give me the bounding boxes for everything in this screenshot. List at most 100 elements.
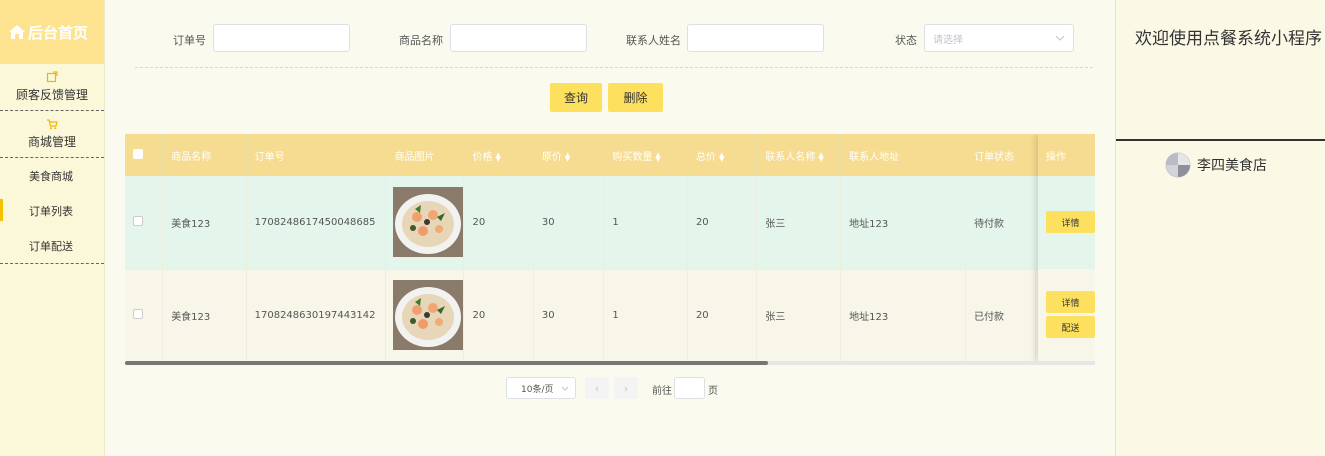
cell-price: 20 [463,176,534,270]
sort-icon[interactable]: ▲ ▼ [495,151,500,162]
goto-page-input[interactable] [674,377,705,399]
logo[interactable]: 后台首页 [0,0,104,64]
detail-button[interactable]: 详情 [1046,291,1095,313]
table-row: 美食123 1708248617450048685 20 30 1 20 张三 … [125,176,1095,270]
col-price-label: 价格 [472,151,493,163]
col-quantity-label: 购买数量 [612,151,653,163]
filter-divider [135,67,1093,68]
col-contact-address: 联系人地址 [840,134,967,176]
cell-quantity: 1 [603,176,688,270]
cell-product: 美食123 [162,176,247,270]
row-select-cell[interactable] [125,269,164,361]
prev-page-button[interactable]: ‹ [585,377,609,399]
col-contact-name[interactable]: 联系人名称 ▲ ▼ [756,134,842,176]
goto-label: 前往 [652,386,672,397]
cell-status: 待付款 [965,176,1036,270]
right-panel: 欢迎使用点餐系统小程序 李四美食店 [1115,0,1325,456]
sidebar-item-food-mall[interactable]: 美食商城 [0,158,104,193]
delete-button[interactable]: 删除 [608,83,663,112]
cell-address: 地址123 [840,176,967,270]
sidebar-item-order-list[interactable]: 订单列表 [0,193,104,228]
actions-cell: 详情 [1038,176,1095,269]
logo-text: 后台首页 [28,23,89,42]
sidebar-item-order-delivery[interactable]: 订单配送 [0,228,104,263]
col-product-image: 商品图片 [385,134,465,176]
menu-feedback-label: 顾客反馈管理 [15,88,88,102]
col-total[interactable]: 总价 ▲ ▼ [687,134,758,176]
cell-product: 美食123 [162,269,247,361]
col-original-price-label: 原价 [541,151,562,163]
welcome-text: 欢迎使用点餐系统小程序 [1135,29,1322,49]
col-order-status: 订单状态 [965,134,1036,176]
cell-total: 20 [687,176,758,270]
cell-price: 20 [463,269,534,361]
actions-column: 操作 详情 详情 配送 [1038,134,1095,361]
search-button[interactable]: 查询 [550,83,602,112]
chevron-down-icon [1055,35,1065,41]
contact-name-label: 联系人姓名 [626,34,681,47]
cell-contact: 张三 [756,269,842,361]
detail-button[interactable]: 详情 [1046,211,1095,233]
col-quantity[interactable]: 购买数量 ▲ ▼ [603,134,688,176]
table-row: 美食123 1708248630197443142 20 30 1 20 张三 … [125,269,1095,361]
chevron-left-icon: ‹ [594,381,600,395]
select-all-cell[interactable] [125,134,164,176]
status-select[interactable]: 请选择 [924,24,1074,52]
orders-table: 商品名称 订单号 商品图片 价格 ▲ ▼ 原价 ▲ ▼ 购买数量 ▲ ▼ 总价 ▲ ▼ 联系人名… [125,134,1095,361]
col-price[interactable]: 价格 ▲ ▼ [463,134,534,176]
col-original-price[interactable]: 原价 ▲ ▼ [533,134,605,176]
sort-icon[interactable]: ▲ ▼ [818,151,823,162]
contact-name-input[interactable] [687,24,824,52]
next-page-button[interactable]: › [614,377,638,399]
order-no-label: 订单号 [173,34,206,47]
cell-order-no: 1708248630197443142 [246,269,387,361]
main-content: 订单号 商品名称 联系人姓名 状态 请选择 查询 删除 商品名称 订单号 商品图… [105,0,1115,456]
cell-address: 地址123 [840,269,967,361]
sidebar: 后台首页 顾客反馈管理 商城管理 美食商城 订单列表 订单配送 [0,0,105,456]
food-image [393,187,464,258]
status-label: 状态 [895,34,917,47]
chevron-right-icon: › [623,381,629,395]
select-all-checkbox[interactable] [133,148,143,159]
actions-cell: 详情 配送 [1038,269,1095,361]
sort-icon[interactable]: ▲ ▼ [719,151,724,162]
row-checkbox[interactable] [133,215,143,226]
horizontal-scrollbar[interactable] [125,361,768,365]
user-info[interactable]: 李四美食店 [1165,152,1267,178]
menu-mall-label: 商城管理 [27,135,76,149]
col-order-no: 订单号 [246,134,387,176]
cell-original-price: 30 [533,269,605,361]
status-placeholder: 请选择 [933,34,963,46]
product-name-label: 商品名称 [399,34,443,47]
page-suffix: 页 [708,386,718,397]
menu-mall[interactable]: 商城管理 [0,111,104,158]
row-checkbox[interactable] [133,308,143,319]
cart-icon [47,119,58,130]
col-actions: 操作 [1038,134,1095,176]
menu-feedback[interactable]: 顾客反馈管理 [0,64,104,111]
cell-original-price: 30 [533,176,605,270]
cell-contact: 张三 [756,176,842,270]
note-icon [46,71,58,83]
page-size-value: 10条/页 [521,384,554,395]
cell-total: 20 [687,269,758,361]
filter-bar: 订单号 商品名称 联系人姓名 状态 请选择 [105,0,1115,68]
col-product-name: 商品名称 [162,134,247,176]
avatar [1165,152,1191,178]
product-name-input[interactable] [450,24,587,52]
sort-icon[interactable]: ▲ ▼ [655,151,660,162]
order-no-input[interactable] [213,24,350,52]
cell-status: 已付款 [965,269,1036,361]
cell-order-no: 1708248617450048685 [246,176,387,270]
table-header-row: 商品名称 订单号 商品图片 价格 ▲ ▼ 原价 ▲ ▼ 购买数量 ▲ ▼ 总价 ▲ ▼ 联系人名… [125,134,1095,176]
food-image [393,280,464,350]
cell-image [385,176,465,270]
cell-image [385,269,465,361]
row-select-cell[interactable] [125,176,164,270]
col-total-label: 总价 [695,151,716,163]
page-size-select[interactable]: 10条/页 [506,377,576,399]
deliver-button[interactable]: 配送 [1046,316,1095,338]
sort-icon[interactable]: ▲ ▼ [565,151,570,162]
user-name: 李四美食店 [1197,158,1267,174]
mall-submenu: 美食商城 订单列表 订单配送 [0,158,104,264]
